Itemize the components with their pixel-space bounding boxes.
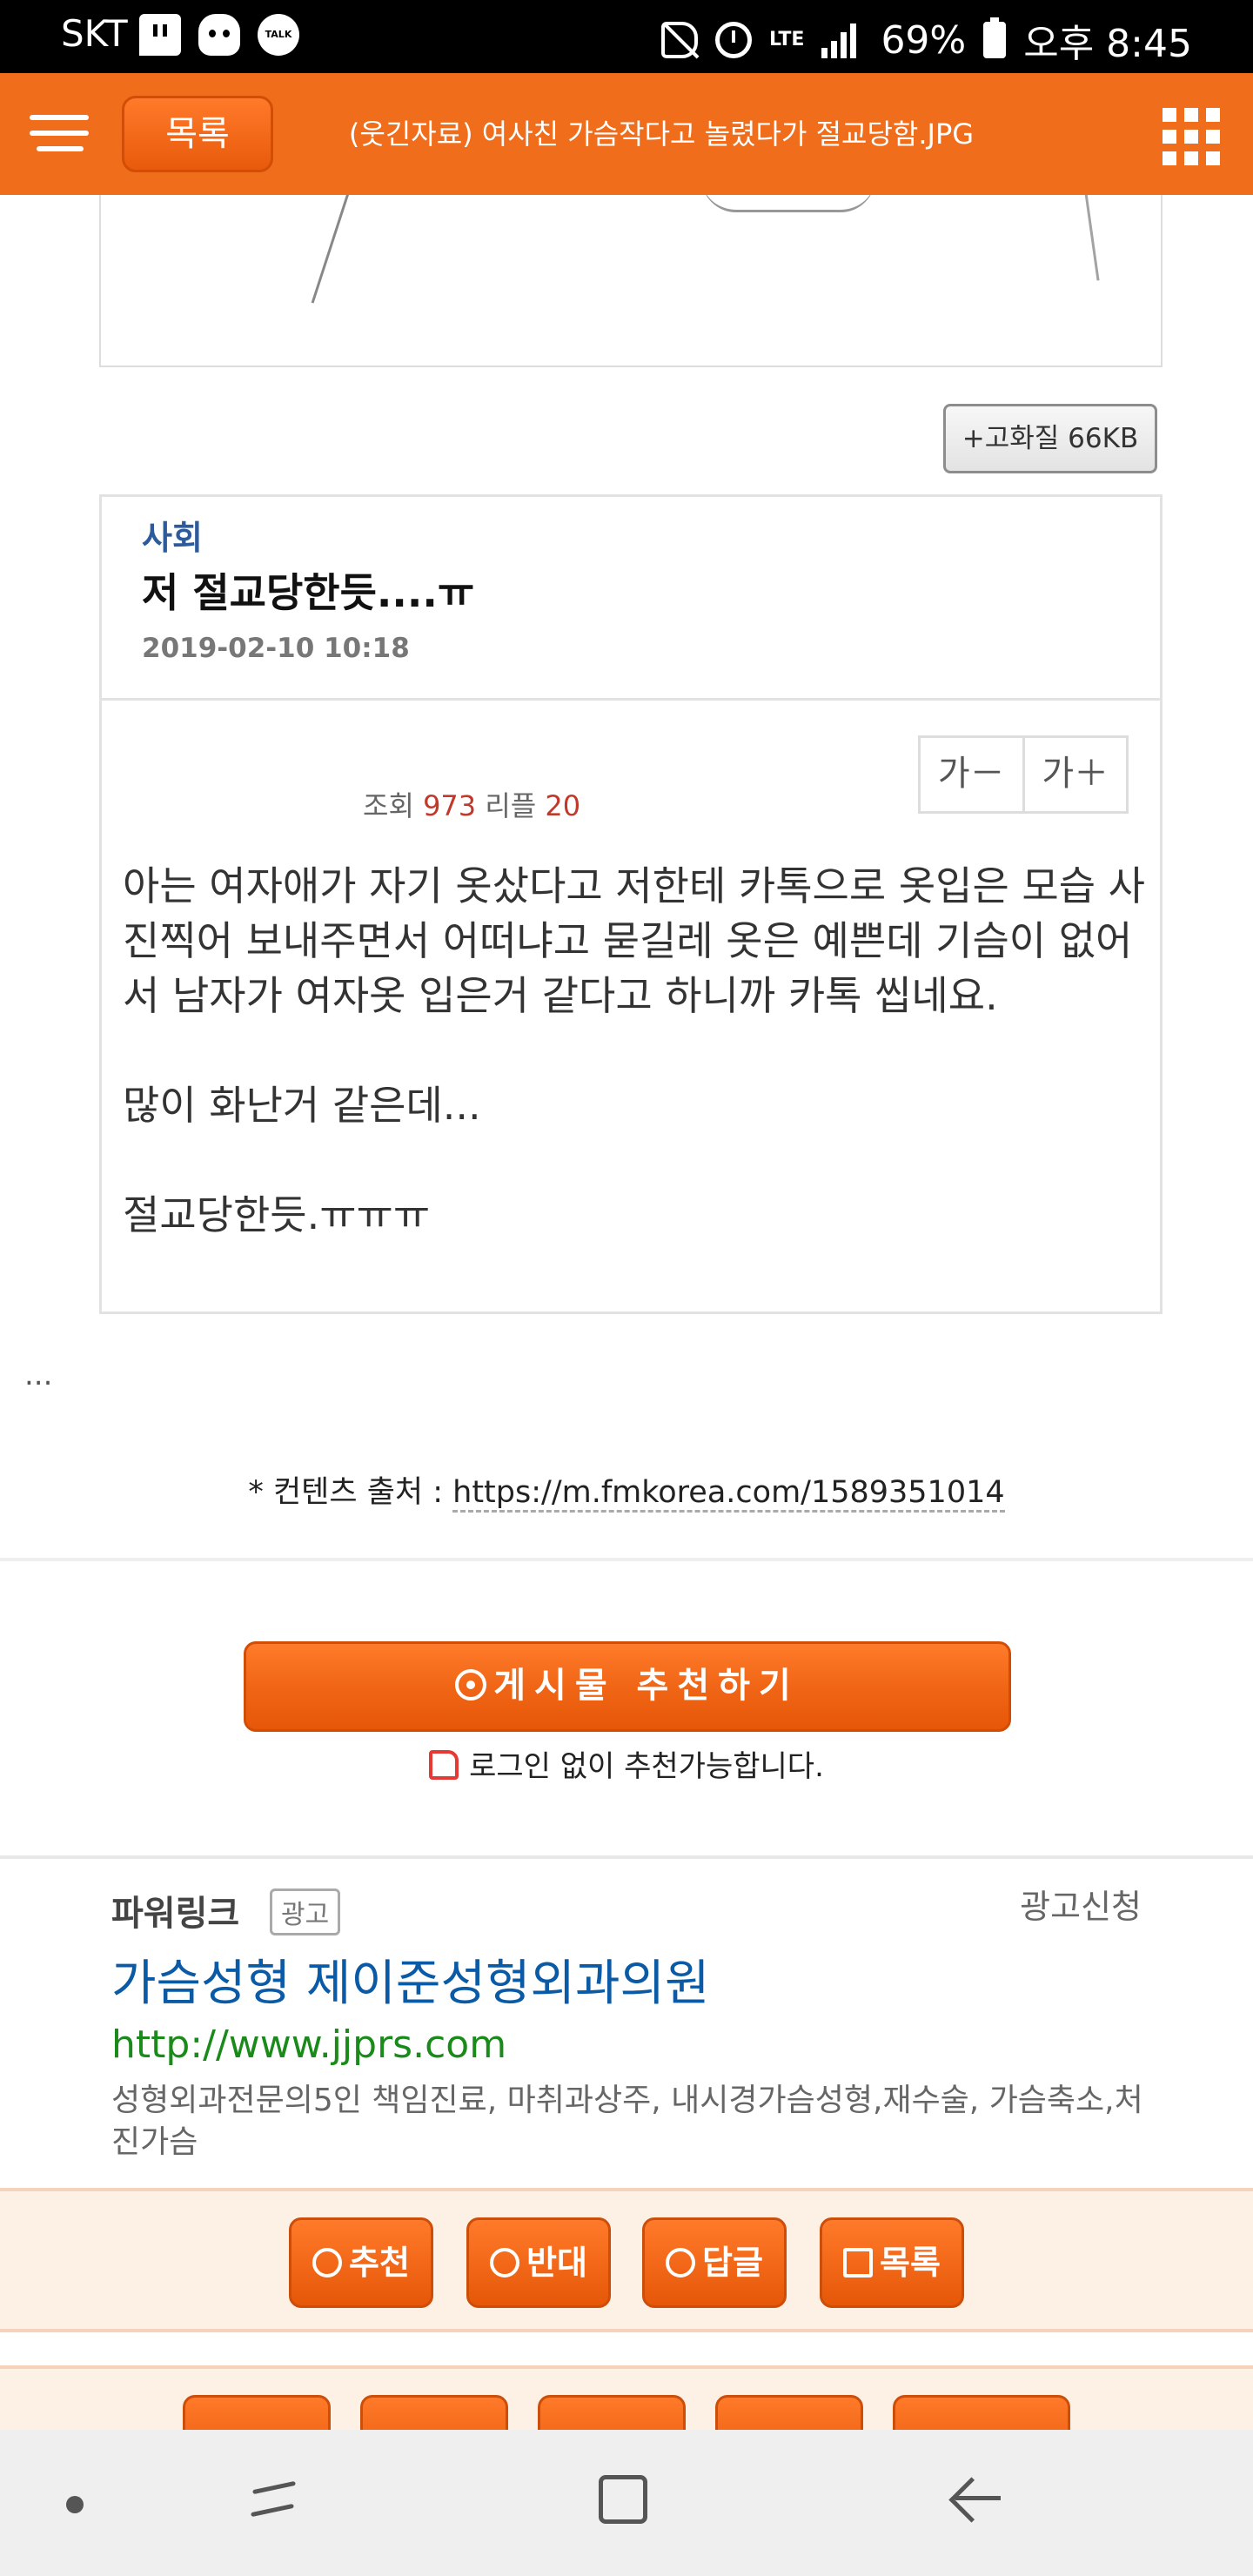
post-paragraph: 아는 여자애가 자기 옷샀다고 저한테 카톡으로 옷입은 모습 사진찍어 보내주… <box>123 862 1145 1019</box>
no-login-text: 로그인 없이 추천가능합니다. <box>469 1749 824 1784</box>
power-link-ad: 파워링크 광고 광고신청 가슴성형 제이준성형외과의원 http://www.j… <box>0 1855 1253 2188</box>
ad-apply-link[interactable]: 광고신청 <box>1020 1880 1142 1928</box>
menu-icon[interactable] <box>30 115 89 153</box>
list-label: 목록 <box>880 2244 941 2282</box>
back-icon[interactable] <box>950 2475 1001 2524</box>
carrier-label: SKT <box>61 12 128 55</box>
ad-description: 성형외과전문의5인 책임진료, 마취과상주, 내시경가슴성형,재수술, 가슴축소… <box>111 2083 1143 2160</box>
oppose-label: 반대 <box>526 2244 587 2282</box>
font-larger-button[interactable]: 가＋ <box>1022 738 1127 811</box>
list-bottom-button[interactable]: 목록 <box>820 2217 964 2308</box>
kakaotalk-icon: TALK <box>258 14 299 56</box>
alarm-icon <box>715 22 753 58</box>
secondary-action-bar <box>0 2365 1253 2435</box>
recommend-label: 추천 <box>349 2244 410 2282</box>
content-image <box>99 195 1163 367</box>
no-login-note: 로그인 없이 추천가능합니다. <box>0 1742 1253 1785</box>
font-smaller-button[interactable]: 가－ <box>921 738 1022 811</box>
oppose-button[interactable]: 반대 <box>466 2217 611 2308</box>
twitch-icon <box>139 14 181 56</box>
page-title: (웃긴자료) 여사친 가슴작다고 놀렸다가 절교당함.JPG <box>348 117 975 151</box>
embedded-post: 사회 저 절교당한듯....ㅠ 2019-02-10 10:18 가－ 가＋ 조… <box>99 494 1163 1314</box>
post-action-bar: 추천 반대 답글 목록 <box>0 2188 1253 2332</box>
replies-count: 20 <box>545 789 581 822</box>
ad-badge: 광고 <box>270 1888 341 1935</box>
reply-label: 답글 <box>702 2244 763 2282</box>
post-date: 2019-02-10 10:18 <box>142 633 410 664</box>
source-link[interactable]: https://m.fmkorea.com/1589351014 <box>452 1475 1005 1513</box>
source-label: * 컨텐츠 출처 : <box>248 1475 453 1510</box>
clock: 오후 8:45 <box>1023 22 1192 66</box>
thumbs-up-icon <box>429 1750 459 1780</box>
post-category: 사회 <box>142 519 203 557</box>
replies-label: 리플 <box>485 789 537 822</box>
reply-icon <box>666 2248 696 2277</box>
content-source: * 컨텐츠 출처 : https://m.fmkorea.com/1589351… <box>0 1467 1253 1513</box>
status-right: LTE 69% 오후 8:45 <box>661 12 1192 68</box>
nav-dot-icon[interactable] <box>66 2496 84 2513</box>
reply-button[interactable]: 답글 <box>642 2217 787 2308</box>
post-stats: 조회 973 리플 20 <box>363 784 580 824</box>
views-label: 조회 <box>363 789 414 822</box>
font-size-controls: 가－ 가＋ <box>918 735 1129 814</box>
target-icon <box>455 1669 487 1701</box>
system-nav-bar <box>0 2430 1253 2576</box>
mute-icon <box>661 22 699 58</box>
power-link-label: 파워링크 <box>111 1894 240 1934</box>
recent-apps-icon[interactable] <box>247 2479 299 2522</box>
home-icon[interactable] <box>599 2475 647 2524</box>
battery-percent: 69% <box>881 17 967 63</box>
recommend-button[interactable]: 추천 <box>289 2217 433 2308</box>
ad-title-link[interactable]: 가슴성형 제이준성형외과의원 <box>111 1944 710 2015</box>
target-icon <box>312 2248 343 2277</box>
list-icon <box>843 2248 874 2277</box>
grid-menu-icon[interactable] <box>1163 108 1220 165</box>
close-icon <box>490 2248 520 2277</box>
battery-icon <box>983 17 1007 58</box>
post-title: 저 절교당한듯....ㅠ <box>142 569 475 616</box>
recommend-post-button[interactable]: 게시물 추천하기 <box>244 1641 1011 1732</box>
post-body: 아는 여자애가 자기 옷샀다고 저한테 카톡으로 옷입은 모습 사진찍어 보내주… <box>123 859 1149 1298</box>
divider <box>0 1558 1253 1561</box>
notification-icons: TALK <box>139 14 299 56</box>
signal-icon <box>821 22 863 58</box>
status-bar: SKT TALK LTE 69% 오후 8:45 <box>0 0 1253 73</box>
post-header: 사회 저 절교당한듯....ㅠ 2019-02-10 10:18 <box>102 497 1160 701</box>
views-count: 973 <box>423 789 477 822</box>
app-header: 목록 (웃긴자료) 여사친 가슴작다고 놀렸다가 절교당함.JPG <box>0 73 1253 195</box>
lte-label: LTE <box>769 29 805 50</box>
list-button[interactable]: 목록 <box>122 96 273 172</box>
post-paragraph: 많이 화난거 같은데... <box>123 1082 481 1129</box>
post-paragraph: 절교당한듯.ㅠㅠㅠ <box>123 1191 431 1238</box>
discord-icon <box>198 14 240 56</box>
ad-url-link[interactable]: http://www.jjprs.com <box>111 2023 506 2067</box>
recommend-post-label: 게시물 추천하기 <box>493 1666 800 1706</box>
high-quality-button[interactable]: +고화질 66KB <box>943 404 1157 473</box>
ellipsis: ... <box>24 1358 53 1392</box>
